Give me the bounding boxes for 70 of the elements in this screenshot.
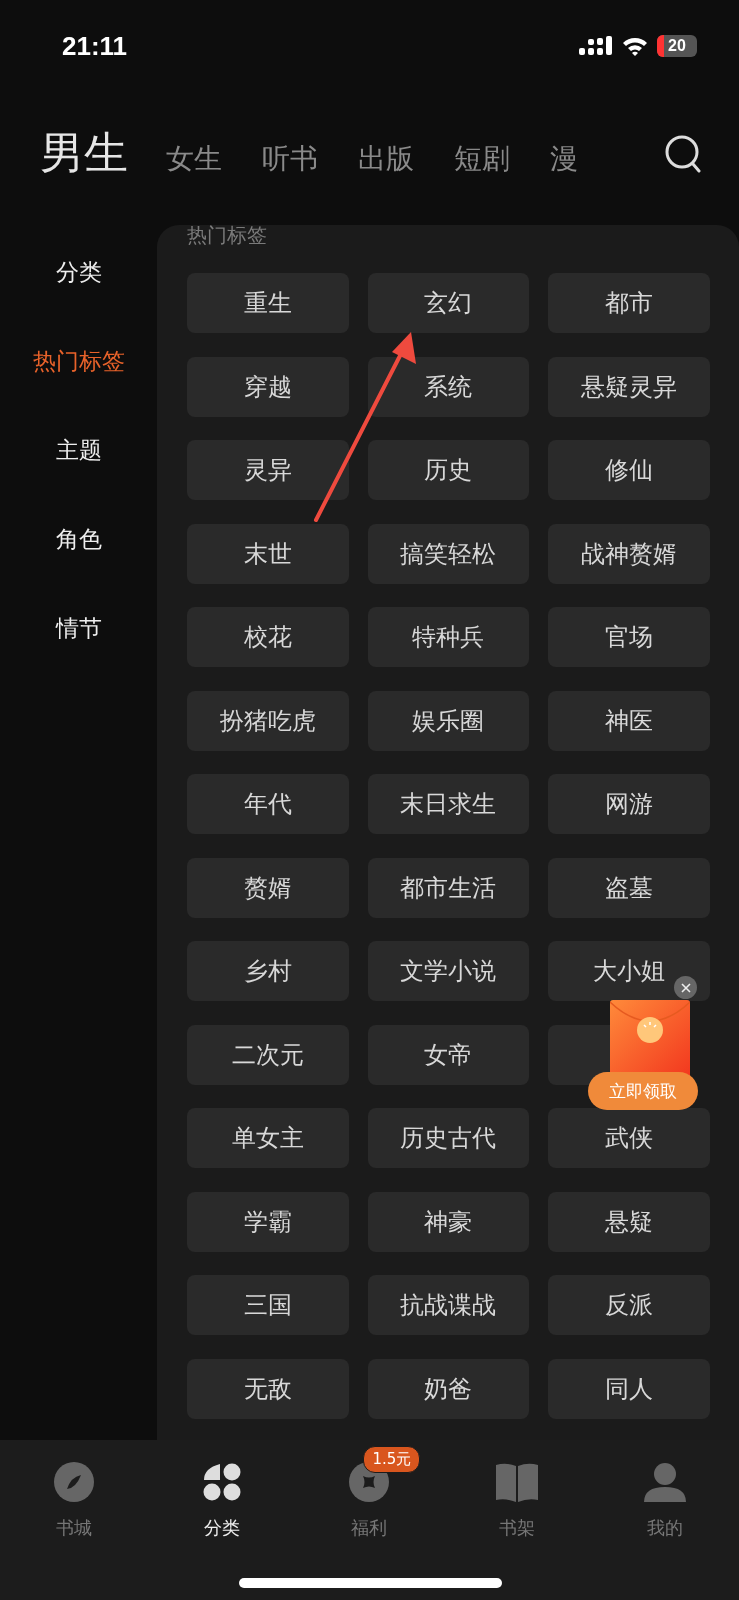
- tag-button[interactable]: 修仙: [548, 440, 710, 500]
- category-tab[interactable]: 短剧: [454, 140, 510, 178]
- tag-button[interactable]: 重生: [187, 273, 349, 333]
- search-icon[interactable]: [665, 134, 701, 173]
- person-icon[interactable]: [644, 1462, 687, 1502]
- sidebar-item[interactable]: 角色: [55, 524, 102, 555]
- tag-button[interactable]: 学霸: [187, 1191, 349, 1252]
- tag-button[interactable]: 战神赘婿: [548, 523, 710, 584]
- tag-button[interactable]: 三国: [187, 1275, 349, 1335]
- wifi-icon: [621, 36, 649, 56]
- sidebar-item[interactable]: 主题: [55, 435, 102, 466]
- tag-button[interactable]: 特种兵: [367, 607, 530, 667]
- tag-button[interactable]: 悬疑灵异: [548, 356, 710, 417]
- tag-button[interactable]: 都市生活: [367, 857, 530, 918]
- tag-button[interactable]: 末日求生: [367, 774, 530, 834]
- tag-button[interactable]: 穿越: [187, 356, 349, 417]
- tag-button[interactable]: 女帝: [367, 1024, 530, 1085]
- category-tab[interactable]: 漫: [550, 140, 578, 178]
- tag-button[interactable]: 都市: [548, 273, 710, 333]
- tag-button[interactable]: 历史: [367, 440, 530, 500]
- tag-button[interactable]: 反派: [548, 1275, 710, 1335]
- tag-button[interactable]: 校花: [187, 607, 349, 667]
- tag-button[interactable]: [548, 1024, 611, 1085]
- sidebar-item[interactable]: 热门标签: [32, 346, 125, 377]
- tag-button[interactable]: 二次元: [187, 1024, 349, 1085]
- tag-button[interactable]: 玄幻: [367, 273, 530, 333]
- category-tab[interactable]: 出版: [358, 140, 414, 178]
- tag-button[interactable]: 扮猪吃虎: [187, 690, 349, 751]
- book-icon[interactable]: [496, 1462, 539, 1502]
- sidebar-item[interactable]: 分类: [55, 257, 102, 288]
- tag-button[interactable]: 抗战谍战: [367, 1275, 530, 1335]
- tag-button[interactable]: 单女主: [187, 1108, 349, 1168]
- tag-button[interactable]: 神豪: [367, 1191, 530, 1252]
- tag-button[interactable]: 文学小说: [367, 941, 530, 1001]
- tag-button[interactable]: 悬疑: [548, 1191, 710, 1252]
- tag-button[interactable]: 武侠: [548, 1108, 710, 1168]
- nav-label[interactable]: 书架: [499, 1516, 536, 1540]
- tag-button[interactable]: 灵异: [187, 440, 349, 500]
- tag-button[interactable]: 赘婿: [187, 857, 349, 918]
- tag-button[interactable]: 神医: [548, 690, 710, 751]
- tag-button[interactable]: 搞笑轻松: [367, 523, 530, 584]
- category-tab[interactable]: 女生: [166, 140, 222, 178]
- nav-label[interactable]: 福利: [351, 1516, 388, 1540]
- tag-button[interactable]: 官场: [548, 607, 710, 667]
- nav-label[interactable]: 分类: [203, 1516, 240, 1540]
- sidebar-item[interactable]: 情节: [55, 613, 102, 644]
- tag-button[interactable]: 盗墓: [548, 857, 710, 918]
- compass-icon[interactable]: [53, 1462, 94, 1502]
- tag-button[interactable]: 系统: [367, 356, 530, 417]
- status-time: 21:11: [62, 30, 128, 62]
- tag-button[interactable]: 末世: [187, 523, 349, 584]
- nav-label[interactable]: 书城: [55, 1516, 92, 1540]
- tag-button[interactable]: 年代: [187, 774, 349, 834]
- tag-button[interactable]: 无敌: [187, 1358, 349, 1419]
- tag-button[interactable]: 乡村: [187, 941, 349, 1001]
- battery-icon: 20: [657, 35, 697, 57]
- reward-badge: 1.5元: [363, 1446, 421, 1473]
- tag-button[interactable]: 大小姐: [548, 941, 710, 1001]
- category-tab[interactable]: 男生: [40, 124, 128, 183]
- tag-button[interactable]: 娱乐圈: [367, 690, 530, 751]
- nav-label[interactable]: 我的: [647, 1516, 684, 1540]
- section-title: 热门标签: [187, 225, 268, 245]
- category-tab[interactable]: 听书: [262, 140, 318, 178]
- tag-button[interactable]: 历史古代: [367, 1108, 530, 1168]
- tag-button[interactable]: 奶爸: [367, 1358, 530, 1419]
- tag-button[interactable]: 同人: [548, 1358, 710, 1419]
- signal-icon: [579, 36, 613, 56]
- grid-icon[interactable]: [201, 1462, 242, 1502]
- close-icon[interactable]: [680, 982, 691, 993]
- tag-button[interactable]: 网游: [548, 774, 710, 834]
